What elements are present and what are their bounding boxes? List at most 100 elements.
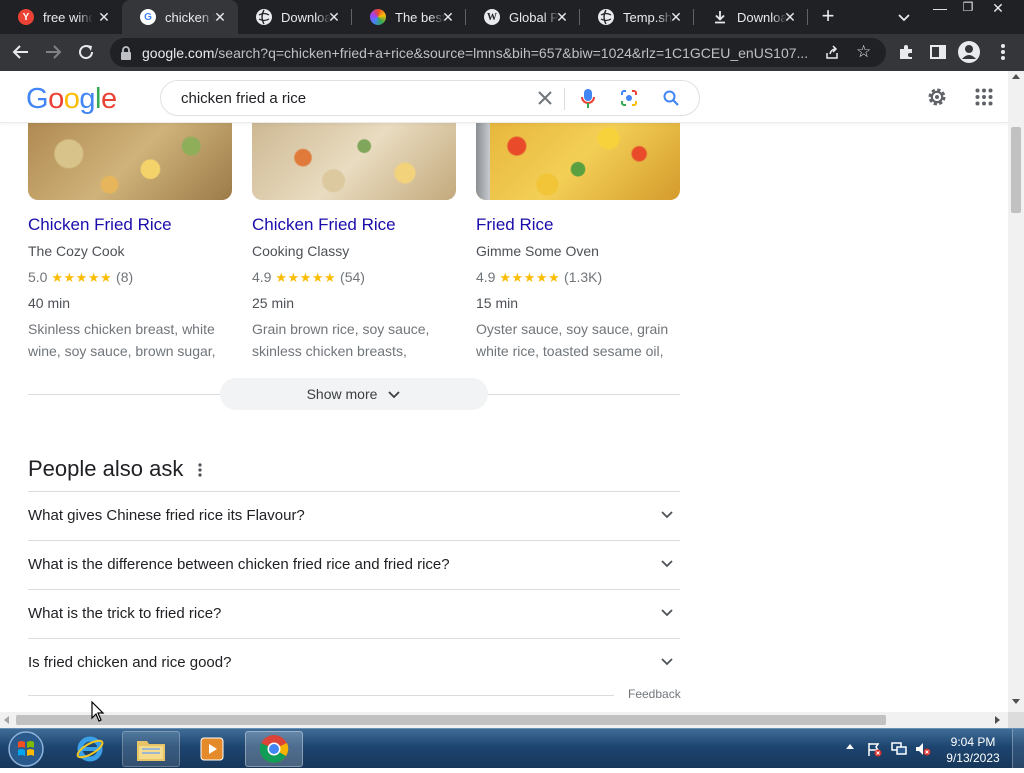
vertical-scrollbar[interactable] xyxy=(1008,71,1024,712)
yandex-icon: Y xyxy=(18,9,34,25)
share-icon[interactable] xyxy=(824,44,840,65)
start-button[interactable] xyxy=(6,730,46,768)
paa-question-text: What is the trick to fried rice? xyxy=(28,605,222,622)
recipe-title[interactable]: Chicken Fried Rice xyxy=(252,215,396,235)
tab-download-2[interactable]: Downloa ✕ xyxy=(694,0,808,34)
new-tab-button[interactable]: + xyxy=(816,5,840,29)
chrome-icon xyxy=(259,735,289,763)
scroll-up-arrow-icon[interactable] xyxy=(1012,74,1020,79)
taskbar-internet-explorer[interactable] xyxy=(61,731,119,767)
review-count: (8) xyxy=(116,269,134,285)
scroll-down-arrow-icon[interactable] xyxy=(1012,699,1020,704)
recipe-thumbnail[interactable] xyxy=(28,123,232,200)
horizontal-scroll-thumb[interactable] xyxy=(16,715,886,725)
vertical-scroll-thumb[interactable] xyxy=(1011,127,1021,213)
restore-button[interactable]: ❐ xyxy=(956,0,980,18)
paa-question-row[interactable]: What gives Chinese fried rice its Flavou… xyxy=(28,491,680,540)
chrome-menu-icon[interactable] xyxy=(991,40,1015,64)
recipe-thumbnail[interactable] xyxy=(252,123,456,200)
tab-free-windows[interactable]: Y free wind ✕ xyxy=(0,0,122,34)
taskbar-media-player[interactable] xyxy=(183,731,241,767)
tab-download-1[interactable]: Downloa ✕ xyxy=(238,0,352,34)
scroll-right-arrow-icon[interactable] xyxy=(995,716,1000,724)
tab-global-pc[interactable]: W Global PC ✕ xyxy=(466,0,580,34)
tab-search-chevron-icon[interactable] xyxy=(896,9,912,25)
bookmark-star-icon[interactable]: ☆ xyxy=(856,42,871,62)
people-also-ask-heading: People also ask xyxy=(28,456,183,482)
profile-avatar-icon[interactable] xyxy=(957,40,981,64)
feedback-link[interactable]: Feedback xyxy=(628,687,681,701)
paa-title-text: People also ask xyxy=(28,456,184,481)
rating-value: 5.0 xyxy=(28,269,48,285)
recipe-title[interactable]: Fried Rice xyxy=(476,215,553,235)
show-more-button[interactable]: Show more xyxy=(220,378,488,410)
chevron-down-icon xyxy=(660,556,674,570)
search-magnifier-icon[interactable] xyxy=(663,90,679,111)
tab-strip: Y free wind ✕ G chicken fr ✕ Downloa ✕ T… xyxy=(0,0,1024,34)
google-lens-icon[interactable] xyxy=(620,89,638,112)
paa-question-row[interactable]: What is the trick to fried rice? xyxy=(28,589,680,638)
forward-button[interactable] xyxy=(41,40,65,64)
voice-search-mic-icon[interactable] xyxy=(581,88,595,115)
minimize-button[interactable]: — xyxy=(928,0,952,18)
taskbar-chrome[interactable] xyxy=(245,731,303,767)
clock-time: 9:04 PM xyxy=(950,735,996,749)
google-apps-grid-icon[interactable] xyxy=(975,88,993,111)
paa-question-text: What is the difference between chicken f… xyxy=(28,556,450,573)
url-host: google.com xyxy=(142,45,215,61)
action-center-flag-icon[interactable] xyxy=(866,741,882,762)
star-icons: ★★★★★ xyxy=(499,270,561,285)
show-hidden-icons-icon[interactable] xyxy=(846,744,854,749)
horizontal-scrollbar[interactable] xyxy=(0,712,1008,728)
back-button[interactable] xyxy=(9,40,33,64)
google-logo[interactable]: Google xyxy=(26,83,117,116)
recipe-thumbnail[interactable] xyxy=(476,123,680,200)
close-tab-icon[interactable]: ✕ xyxy=(782,9,798,25)
close-tab-icon[interactable]: ✕ xyxy=(554,9,570,25)
network-icon[interactable] xyxy=(890,741,908,762)
search-input[interactable]: chicken fried a rice xyxy=(181,90,306,107)
settings-gear-icon[interactable] xyxy=(926,86,948,113)
tab-the-best[interactable]: The best ✕ xyxy=(352,0,466,34)
scroll-left-arrow-icon[interactable] xyxy=(4,716,9,724)
lock-icon[interactable] xyxy=(120,46,132,65)
show-desktop-button[interactable] xyxy=(1012,729,1024,769)
address-bar[interactable]: google.com/search?q=chicken+fried+a+rice… xyxy=(110,38,886,67)
windows-taskbar: 9:04 PM 9/13/2023 xyxy=(0,728,1024,769)
paa-question-text: What gives Chinese fried rice its Flavou… xyxy=(28,507,305,524)
recipe-time: 15 min xyxy=(476,295,519,311)
taskbar-file-explorer[interactable] xyxy=(122,731,180,767)
recipe-time: 25 min xyxy=(252,295,295,311)
close-tab-icon[interactable]: ✕ xyxy=(96,9,112,25)
tab-chicken-fried-rice[interactable]: G chicken fr ✕ xyxy=(122,0,238,34)
paa-question-row[interactable]: Is fried chicken and rice good? xyxy=(28,638,680,687)
recipe-ingredients: Grain brown rice, soy sauce, skinless ch… xyxy=(252,321,430,359)
close-tab-icon[interactable]: ✕ xyxy=(440,9,456,25)
rating-value: 4.9 xyxy=(252,269,272,285)
folder-icon xyxy=(137,741,165,761)
clock-date: 9/13/2023 xyxy=(946,751,1000,765)
tab-separator xyxy=(807,9,808,25)
system-clock[interactable]: 9:04 PM 9/13/2023 xyxy=(940,734,1006,766)
google-icon: G xyxy=(140,9,156,25)
more-options-icon[interactable] xyxy=(197,462,203,483)
recipe-ingredients: Skinless chicken breast, white wine, soy… xyxy=(28,321,216,359)
tab-title: Global PC xyxy=(509,9,559,25)
close-tab-icon[interactable]: ✕ xyxy=(212,9,228,25)
close-window-button[interactable]: ✕ xyxy=(986,0,1010,18)
volume-muted-icon[interactable] xyxy=(914,741,932,762)
star-icons: ★★★★★ xyxy=(51,270,113,285)
chevron-down-icon xyxy=(387,387,401,401)
side-panel-icon[interactable] xyxy=(926,40,950,64)
tab-temp-sh[interactable]: Temp.sh | ✕ xyxy=(580,0,694,34)
close-tab-icon[interactable]: ✕ xyxy=(326,9,342,25)
reload-button[interactable] xyxy=(74,40,98,64)
recipe-title[interactable]: Chicken Fried Rice xyxy=(28,215,172,235)
clear-search-icon[interactable] xyxy=(537,90,553,111)
tab-title: Temp.sh | xyxy=(623,9,673,25)
paa-question-row[interactable]: What is the difference between chicken f… xyxy=(28,540,680,589)
close-tab-icon[interactable]: ✕ xyxy=(668,9,684,25)
extensions-puzzle-icon[interactable] xyxy=(894,40,918,64)
search-box[interactable]: chicken fried a rice xyxy=(160,80,700,116)
google-header: Google chicken fried a rice xyxy=(0,71,1008,123)
